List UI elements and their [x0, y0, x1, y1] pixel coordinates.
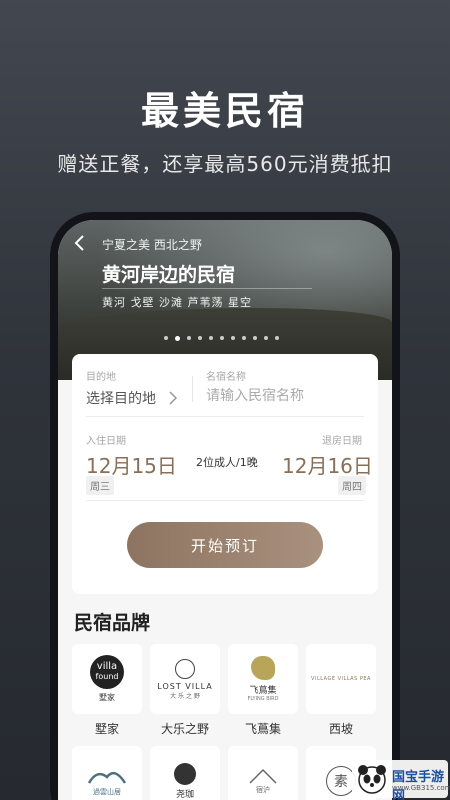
logo-word: villa: [96, 661, 118, 672]
mountain-cloud-logo-icon: [87, 771, 127, 784]
brand-name: 飞蔦集: [244, 722, 281, 736]
brand-logo: LOST VILLA 大 乐 之 野: [150, 644, 220, 714]
logo-caption: 墅家: [99, 693, 115, 702]
logo-word: 飞蔦集: [249, 686, 277, 696]
checkin-label: 入住日期: [86, 436, 126, 447]
brand-name: 西坡: [328, 722, 353, 736]
carousel-dot[interactable]: [264, 336, 268, 340]
name-label: 名宿名称: [206, 372, 246, 383]
carousel-dot[interactable]: [220, 336, 224, 340]
logo-word: 宿沪: [256, 786, 270, 794]
carousel-dot[interactable]: [175, 336, 180, 341]
destination-selector[interactable]: 选择目的地: [86, 388, 156, 408]
logo-word-sub: found: [95, 672, 119, 681]
back-arrow-icon[interactable]: [72, 234, 88, 252]
brand-item-shujia[interactable]: villa found 墅家 墅家: [72, 644, 142, 737]
promo-subline: 赠送正餐，还享最高560元消费抵扣: [57, 152, 393, 176]
brand-item-suhu[interactable]: 宿沪: [228, 746, 298, 800]
carousel-dot[interactable]: [187, 336, 191, 340]
brand-item-yaojia[interactable]: 尧珈: [150, 746, 220, 800]
carousel-dot[interactable]: [209, 336, 213, 340]
logo-word: VILLAGE VILLAS PEA: [311, 676, 371, 682]
brand-logo: villa found 墅家: [72, 644, 142, 714]
checkin-weekday: 周三: [86, 476, 114, 495]
app-screen: 宁夏之美 西北之野 黄河岸边的民宿 黄河 戈壁 沙滩 芦苇荡 星空 目的地 选择…: [58, 220, 392, 800]
brand-item-xipo[interactable]: VILLAGE VILLAS PEA 西坡: [306, 644, 376, 737]
start-booking-button[interactable]: 开始预订: [127, 522, 323, 568]
logo-word: LOST VILLA: [157, 681, 213, 691]
brand-logo: 飞蔦集 FLYING BIRD: [228, 644, 298, 714]
lost-villa-logo-icon: [175, 658, 195, 679]
dates-divider: [86, 500, 364, 501]
hero-title: 黄河岸边的民宿: [102, 264, 236, 286]
destination-label: 目的地: [86, 372, 116, 383]
site-watermark: 国宝手游网 www.GB315.com: [352, 760, 450, 800]
checkin-date[interactable]: 12月15日: [86, 450, 177, 479]
logo-word: 尧珈: [175, 789, 194, 800]
carousel-dot[interactable]: [242, 336, 246, 340]
brand-logo: 宿沪: [228, 746, 298, 800]
logo-caption: FLYING BIRD: [247, 696, 279, 702]
search-card: 目的地 选择目的地 名宿名称 入住日期 12月15日 周三 2位成人/1晚 退房…: [72, 354, 378, 594]
checkout-date[interactable]: 12月16日: [282, 450, 373, 479]
promo-headline: 最美民宿: [140, 89, 309, 133]
carousel-dot[interactable]: [275, 336, 279, 340]
logo-caption: 大 乐 之 野: [170, 692, 200, 700]
brand-logo: VILLAGE VILLAS PEA: [306, 644, 376, 714]
logo-word: 素: [334, 774, 348, 790]
carousel-dot[interactable]: [231, 336, 235, 340]
bird-logo-icon: [251, 656, 275, 680]
house-logo-icon: [249, 768, 277, 784]
brand-item-guoyun[interactable]: 過雲山居: [72, 746, 142, 800]
guests-nights[interactable]: 2位成人/1晚: [196, 454, 258, 470]
hero-subtitle: 黄河 戈壁 沙滩 芦苇荡 星空: [102, 296, 252, 309]
chevron-right-icon[interactable]: [168, 391, 178, 405]
seal-logo-icon: [174, 762, 196, 785]
hero-divider: [102, 288, 312, 289]
carousel-dot[interactable]: [253, 336, 257, 340]
row-divider: [86, 416, 364, 417]
checkout-weekday: 周四: [338, 476, 366, 495]
homestay-name-input[interactable]: [206, 384, 366, 408]
panda-logo-icon: [358, 765, 386, 794]
carousel-dots[interactable]: [164, 336, 279, 341]
brand-logo: 尧珈: [150, 746, 220, 800]
brand-name: 墅家: [94, 722, 119, 736]
logo-caption: 過雲山居: [93, 788, 121, 796]
brand-name: 大乐之野: [160, 722, 209, 736]
brand-logo: 過雲山居: [72, 746, 142, 800]
brand-item-feiniaoji[interactable]: 飞蔦集 FLYING BIRD 飞蔦集: [228, 644, 298, 737]
villa-found-logo-icon: villa found: [90, 655, 124, 689]
field-separator: [192, 376, 193, 402]
carousel-dot[interactable]: [164, 336, 168, 340]
watermark-text: 国宝手游网: [392, 770, 445, 800]
carousel-dot[interactable]: [198, 336, 202, 340]
checkout-label: 退房日期: [322, 436, 362, 447]
brands-section-title: 民宿品牌: [74, 612, 151, 634]
brand-item-lost-villa[interactable]: LOST VILLA 大 乐 之 野 大乐之野: [150, 644, 220, 737]
hero-tag: 宁夏之美 西北之野: [102, 238, 202, 252]
watermark-url: www.GB315.com: [392, 784, 450, 792]
